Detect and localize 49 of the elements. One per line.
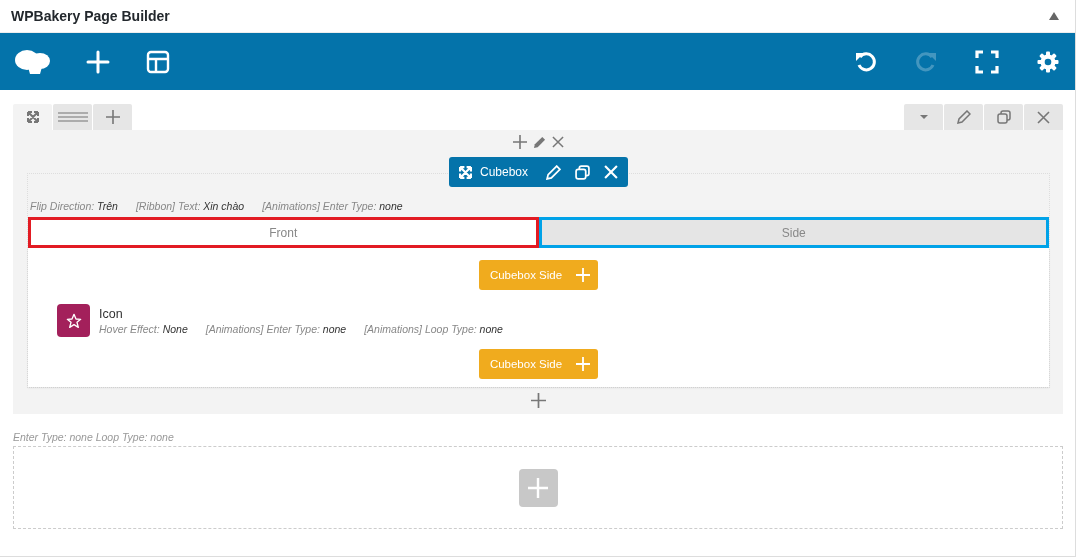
star-icon (65, 312, 82, 329)
edit-button[interactable] (944, 104, 983, 130)
param-label: Flip Direction: (30, 200, 95, 212)
param-label: [Animations] Loop Type: (364, 322, 477, 335)
clone-icon (996, 110, 1011, 124)
param-label: [Animations] Enter Type: (205, 322, 320, 335)
cloud-logo-icon[interactable] (14, 48, 50, 75)
clone-button[interactable] (984, 104, 1023, 130)
param-value: None (162, 322, 188, 335)
clone-icon[interactable] (575, 164, 590, 180)
param-value: none (479, 322, 503, 335)
undo-icon[interactable] (855, 50, 877, 73)
add-icon[interactable] (513, 135, 527, 149)
settings-icon[interactable] (1037, 50, 1059, 73)
tab[interactable]: Side (538, 217, 1049, 248)
element-title: Cubebox (479, 165, 528, 179)
pencil-icon[interactable] (533, 135, 546, 149)
add-side-button[interactable]: Cubebox Side (478, 260, 599, 290)
move-icon[interactable] (458, 165, 472, 179)
add-icon (576, 357, 591, 371)
add-column-button[interactable] (93, 104, 132, 130)
add-side-button[interactable]: Cubebox Side (478, 349, 599, 379)
param-label: [Ribbon] Text: (135, 200, 201, 212)
tab[interactable]: Front (28, 217, 539, 248)
layout-icon[interactable] (146, 49, 170, 74)
move-icon (26, 111, 39, 123)
row-params-note: Enter Type: none Loop Type: none (13, 431, 174, 443)
add-icon (528, 477, 548, 498)
add-icon (105, 110, 120, 124)
caret-icon (919, 115, 928, 119)
panel-title: WPBakery Page Builder (11, 8, 170, 24)
add-icon[interactable] (531, 393, 546, 408)
close-icon (1037, 110, 1050, 124)
param-value: Xin chào (203, 200, 245, 212)
delete-button[interactable] (1024, 104, 1063, 130)
close-icon[interactable] (552, 136, 564, 148)
param-label: [Animations] Enter Type: (262, 200, 377, 212)
move-handle[interactable] (13, 104, 52, 130)
param-value: Trên (97, 200, 118, 212)
lines-icon (57, 112, 88, 122)
fullscreen-icon[interactable] (975, 49, 999, 74)
collapse-arrow-icon[interactable] (1049, 12, 1059, 20)
param-label: Hover Effect: (99, 322, 160, 335)
param-value: none (322, 322, 347, 335)
element-title: Icon (99, 306, 124, 321)
pencil-icon (956, 110, 971, 124)
add-icon (576, 268, 591, 282)
param-value: none (379, 200, 403, 212)
pencil-icon[interactable] (546, 164, 561, 180)
